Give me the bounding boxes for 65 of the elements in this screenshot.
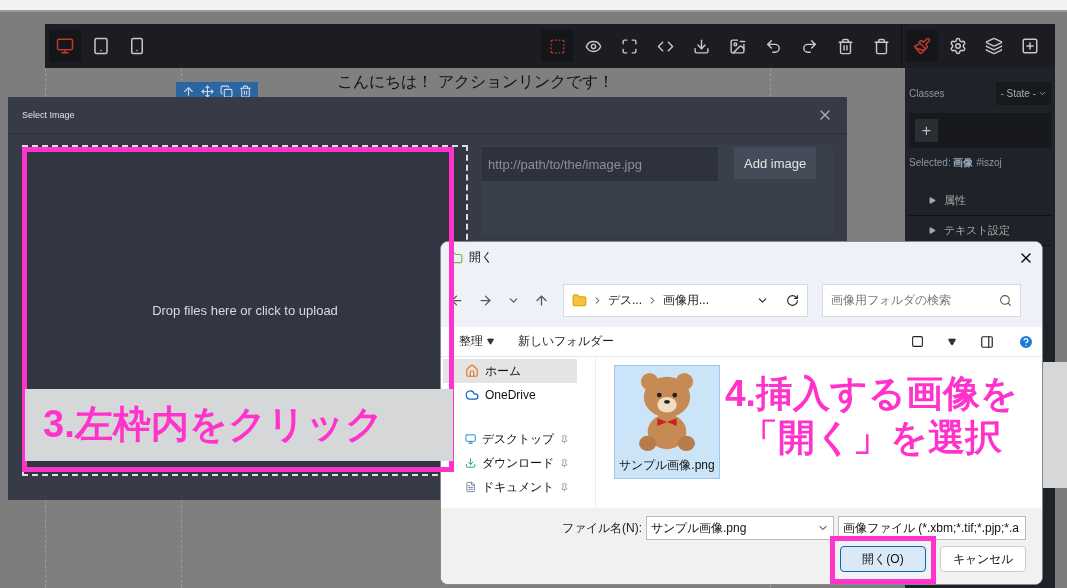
open-button[interactable]: 開く(O): [840, 546, 926, 572]
annotation-text: 4.挿入する画像を: [725, 372, 1018, 416]
address-bar[interactable]: デス... 画像用...: [563, 283, 808, 317]
dialog-title: 開く: [469, 249, 494, 266]
cancel-button[interactable]: キャンセル: [940, 546, 1026, 572]
filename-field[interactable]: サンプル画像.png: [646, 516, 834, 540]
file-item[interactable]: サンプル画像.png: [614, 365, 720, 479]
search-field[interactable]: 画像用フォルダの検索: [822, 283, 1021, 317]
classes-label: Classes: [909, 88, 945, 99]
cloud-icon: [465, 388, 479, 402]
filename-label: ファイル名(N):: [562, 519, 642, 537]
help-icon[interactable]: [1018, 333, 1034, 350]
add-image-button[interactable]: Add image: [734, 147, 817, 179]
layers-icon: [985, 37, 1003, 55]
annotation-text: 「開く」を選択: [740, 416, 1002, 461]
undo-icon: [764, 37, 782, 55]
dropzone-text: Drop files here or click to upload: [152, 303, 338, 318]
fullscreen-icon: [620, 37, 638, 55]
monitor-icon: [56, 37, 74, 55]
file-type-select[interactable]: 画像ファイル (*.xbm;*.tif;*.pjp;*.a: [838, 516, 1026, 540]
copy-icon[interactable]: [220, 85, 233, 98]
image-icon: [728, 37, 746, 55]
canvas-heading: こんにちは！ アクションリンクです！: [337, 72, 614, 92]
nav-item[interactable]: ホーム: [443, 359, 577, 383]
desktop-view-button[interactable]: [49, 30, 81, 62]
document-icon: [465, 480, 477, 494]
paintbrush-icon: [913, 37, 931, 55]
up-icon[interactable]: [534, 292, 549, 308]
caret-icon: [929, 227, 936, 234]
monitor-icon: [465, 432, 477, 446]
breadcrumb-item[interactable]: 画像用...: [663, 291, 710, 309]
search-icon: [999, 293, 1012, 307]
settings-icon: [949, 37, 967, 55]
annotation-text: 3.左枠内をクリック: [43, 402, 384, 448]
new-folder-button[interactable]: 新しいフォルダー: [518, 333, 614, 350]
modal-title: Select Image: [22, 110, 75, 120]
folder-icon: [572, 292, 587, 308]
caret-icon: [487, 338, 494, 345]
dashed-square-icon: [548, 37, 566, 55]
style-section[interactable]: 属性: [909, 186, 1051, 216]
arrow-up-icon[interactable]: [182, 85, 195, 98]
image-url-field[interactable]: http://path/to/the/image.jpg: [482, 147, 718, 181]
trash-icon[interactable]: [239, 85, 252, 98]
trash-icon: [836, 37, 854, 55]
state-select[interactable]: - State -: [996, 82, 1051, 105]
trash-icon: [872, 37, 890, 55]
redo-icon: [800, 37, 818, 55]
download-icon: [692, 37, 710, 55]
plus-square-icon: [1021, 37, 1039, 55]
caret-icon: [929, 197, 936, 204]
tablet-icon: [92, 37, 110, 55]
selected-label: Selected: 画像 #iszoj: [909, 156, 1003, 170]
add-class-button[interactable]: +: [915, 119, 938, 142]
download-icon: [465, 456, 477, 470]
caret-icon[interactable]: [948, 337, 956, 346]
refresh-icon[interactable]: [786, 293, 799, 307]
nav-item[interactable]: ドキュメント: [443, 475, 577, 499]
breadcrumb-item[interactable]: デス...: [608, 291, 642, 309]
move-icon[interactable]: [201, 85, 214, 98]
caret-icon: [1038, 89, 1047, 98]
view-icon[interactable]: [911, 335, 924, 348]
phone-icon: [128, 37, 146, 55]
preview-pane-icon[interactable]: [980, 334, 994, 349]
forward-icon[interactable]: [478, 292, 493, 308]
home-icon: [465, 364, 479, 378]
